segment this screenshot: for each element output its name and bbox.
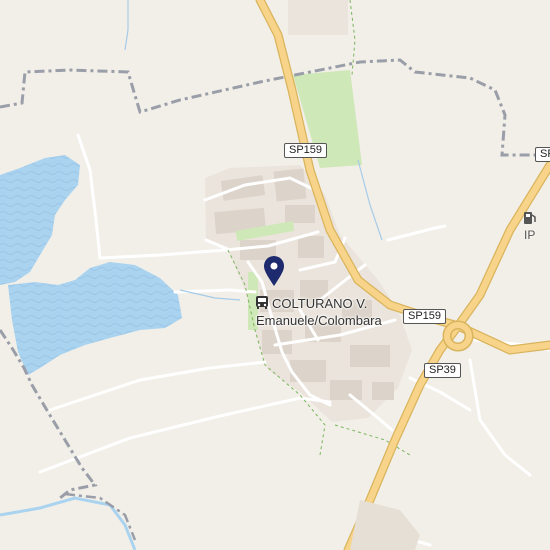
road-shield-sp159-edge: SP159 [535, 147, 550, 162]
north-built-area [288, 0, 348, 35]
road-shield-sp159-east: SP159 [403, 309, 447, 324]
road-shield-sp39: SP39 [424, 363, 461, 378]
place-label-line1: COLTURANO V. [272, 296, 368, 311]
fuel-station-label: IP [524, 228, 536, 242]
place-label-line2: Emanuele/Colombara [256, 313, 382, 328]
map-view[interactable]: SP159 SP159 SP159 SP39 COLTURANO V. Eman… [0, 0, 550, 550]
road-shield-sp159-north: SP159 [284, 143, 328, 158]
map-canvas [0, 0, 550, 550]
